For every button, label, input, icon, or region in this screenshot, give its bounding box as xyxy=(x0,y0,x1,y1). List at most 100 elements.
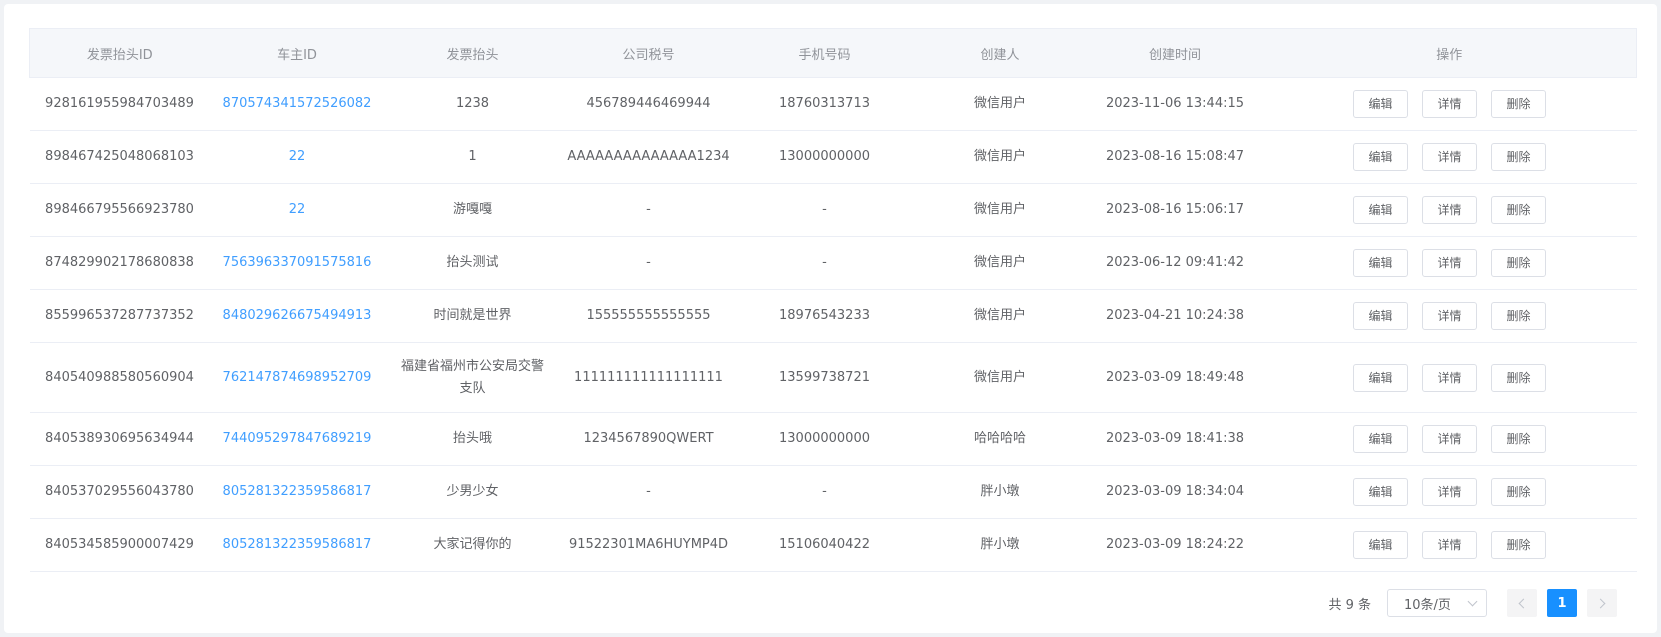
column-header-owner-id: 车主ID xyxy=(209,28,385,78)
delete-button[interactable]: 删除 xyxy=(1491,531,1546,559)
owner-id-link[interactable]: 848029626675494913 xyxy=(223,308,372,323)
detail-button[interactable]: 详情 xyxy=(1422,425,1477,453)
page-size-value: 10条/页 xyxy=(1404,597,1451,613)
detail-button[interactable]: 详情 xyxy=(1422,90,1477,118)
created-time-cell: 2023-06-12 09:41:42 xyxy=(1087,236,1263,290)
column-header-actions: 操作 xyxy=(1262,28,1637,78)
row-actions: 编辑 详情 删除 xyxy=(1267,478,1633,506)
edit-button[interactable]: 编辑 xyxy=(1353,363,1408,392)
tax-number-cell: 91522301MA6HUYMP4D xyxy=(560,518,737,572)
creator-cell: 微信用户 xyxy=(912,130,1088,184)
delete-button[interactable]: 删除 xyxy=(1491,302,1546,330)
delete-button[interactable]: 删除 xyxy=(1491,363,1546,392)
table-row: 898466795566923780 22 游嘎嘎 - - 微信用户 2023-… xyxy=(29,183,1637,237)
page-size-select[interactable]: 10条/页 xyxy=(1387,589,1487,617)
row-actions: 编辑 详情 删除 xyxy=(1267,196,1633,224)
table-row: 898467425048068103 22 1 AAAAAAAAAAAAAA12… xyxy=(29,130,1637,184)
invoice-title-cell: 时间就是世界 xyxy=(384,289,561,343)
invoice-title-cell: 少男少女 xyxy=(384,465,561,519)
row-actions: 编辑 详情 删除 xyxy=(1267,302,1633,330)
delete-button[interactable]: 删除 xyxy=(1491,196,1546,224)
invoice-id-cell: 840534585900007429 xyxy=(29,518,210,572)
detail-button[interactable]: 详情 xyxy=(1422,478,1477,506)
column-header-phone: 手机号码 xyxy=(736,28,913,78)
row-actions: 编辑 详情 删除 xyxy=(1267,249,1633,277)
tax-number-cell: 1234567890QWERT xyxy=(560,412,737,466)
edit-button[interactable]: 编辑 xyxy=(1353,425,1408,453)
edit-button[interactable]: 编辑 xyxy=(1353,249,1408,277)
edit-button[interactable]: 编辑 xyxy=(1353,478,1408,506)
invoice-title-table: 发票抬头ID 车主ID 发票抬头 公司税号 手机号码 创建人 创建时间 操作 9… xyxy=(29,28,1637,572)
phone-cell: - xyxy=(736,236,913,290)
delete-button[interactable]: 删除 xyxy=(1491,90,1546,118)
invoice-id-cell: 898467425048068103 xyxy=(29,130,210,184)
creator-cell: 胖小墩 xyxy=(912,518,1088,572)
content-card: 发票抬头ID 车主ID 发票抬头 公司税号 手机号码 创建人 创建时间 操作 9… xyxy=(4,4,1657,633)
table-row: 840537029556043780 805281322359586817 少男… xyxy=(29,465,1637,519)
edit-button[interactable]: 编辑 xyxy=(1353,196,1408,224)
phone-cell: 18760313713 xyxy=(736,77,913,131)
created-time-cell: 2023-03-09 18:41:38 xyxy=(1087,412,1263,466)
phone-cell: 15106040422 xyxy=(736,518,913,572)
owner-id-link[interactable]: 870574341572526082 xyxy=(223,96,372,111)
prev-page-button[interactable] xyxy=(1507,589,1537,617)
creator-cell: 微信用户 xyxy=(912,236,1088,290)
detail-button[interactable]: 详情 xyxy=(1422,196,1477,224)
table-row: 874829902178680838 756396337091575816 抬头… xyxy=(29,236,1637,290)
tax-number-cell: - xyxy=(560,183,737,237)
detail-button[interactable]: 详情 xyxy=(1422,363,1477,392)
invoice-id-cell: 840540988580560904 xyxy=(29,342,210,413)
delete-button[interactable]: 删除 xyxy=(1491,425,1546,453)
edit-button[interactable]: 编辑 xyxy=(1353,302,1408,330)
chevron-down-icon xyxy=(1467,596,1478,606)
phone-cell: 13599738721 xyxy=(736,342,913,413)
edit-button[interactable]: 编辑 xyxy=(1353,143,1408,171)
column-header-created-time: 创建时间 xyxy=(1087,28,1263,78)
invoice-id-cell: 928161955984703489 xyxy=(29,77,210,131)
created-time-cell: 2023-08-16 15:06:17 xyxy=(1087,183,1263,237)
owner-id-link[interactable]: 744095297847689219 xyxy=(223,431,372,446)
tax-number-cell: - xyxy=(560,236,737,290)
invoice-id-cell: 840537029556043780 xyxy=(29,465,210,519)
delete-button[interactable]: 删除 xyxy=(1491,249,1546,277)
chevron-right-icon xyxy=(1595,598,1606,608)
tax-number-cell: 155555555555555 xyxy=(560,289,737,343)
tax-number-cell: 456789446469944 xyxy=(560,77,737,131)
column-header-invoice-id: 发票抬头ID xyxy=(29,28,210,78)
invoice-id-cell: 855996537287737352 xyxy=(29,289,210,343)
invoice-title-cell: 1 xyxy=(384,130,561,184)
delete-button[interactable]: 删除 xyxy=(1491,143,1546,171)
detail-button[interactable]: 详情 xyxy=(1422,249,1477,277)
table-row: 928161955984703489 870574341572526082 12… xyxy=(29,77,1637,131)
owner-id-link[interactable]: 22 xyxy=(289,149,306,164)
phone-cell: 18976543233 xyxy=(736,289,913,343)
edit-button[interactable]: 编辑 xyxy=(1353,90,1408,118)
next-page-button[interactable] xyxy=(1587,589,1617,617)
table-row: 840540988580560904 762147874698952709 福建… xyxy=(29,342,1637,413)
owner-id-link[interactable]: 756396337091575816 xyxy=(223,255,372,270)
owner-id-link[interactable]: 22 xyxy=(289,202,306,217)
creator-cell: 微信用户 xyxy=(912,289,1088,343)
row-actions: 编辑 详情 删除 xyxy=(1267,143,1633,171)
row-actions: 编辑 详情 删除 xyxy=(1267,363,1633,392)
owner-id-link[interactable]: 762147874698952709 xyxy=(223,370,372,385)
delete-button[interactable]: 删除 xyxy=(1491,478,1546,506)
created-time-cell: 2023-08-16 15:08:47 xyxy=(1087,130,1263,184)
invoice-title-cell: 大家记得你的 xyxy=(384,518,561,572)
created-time-cell: 2023-04-21 10:24:38 xyxy=(1087,289,1263,343)
invoice-title-cell: 抬头哦 xyxy=(384,412,561,466)
detail-button[interactable]: 详情 xyxy=(1422,143,1477,171)
creator-cell: 微信用户 xyxy=(912,77,1088,131)
detail-button[interactable]: 详情 xyxy=(1422,302,1477,330)
phone-cell: 13000000000 xyxy=(736,412,913,466)
owner-id-link[interactable]: 805281322359586817 xyxy=(223,537,372,552)
created-time-cell: 2023-11-06 13:44:15 xyxy=(1087,77,1263,131)
edit-button[interactable]: 编辑 xyxy=(1353,531,1408,559)
invoice-id-cell: 840538930695634944 xyxy=(29,412,210,466)
phone-cell: - xyxy=(736,465,913,519)
detail-button[interactable]: 详情 xyxy=(1422,531,1477,559)
invoice-title-cell: 抬头测试 xyxy=(384,236,561,290)
owner-id-link[interactable]: 805281322359586817 xyxy=(223,484,372,499)
page-number-current[interactable]: 1 xyxy=(1547,589,1577,617)
invoice-title-cell: 福建省福州市公安局交警支队 xyxy=(384,342,561,413)
